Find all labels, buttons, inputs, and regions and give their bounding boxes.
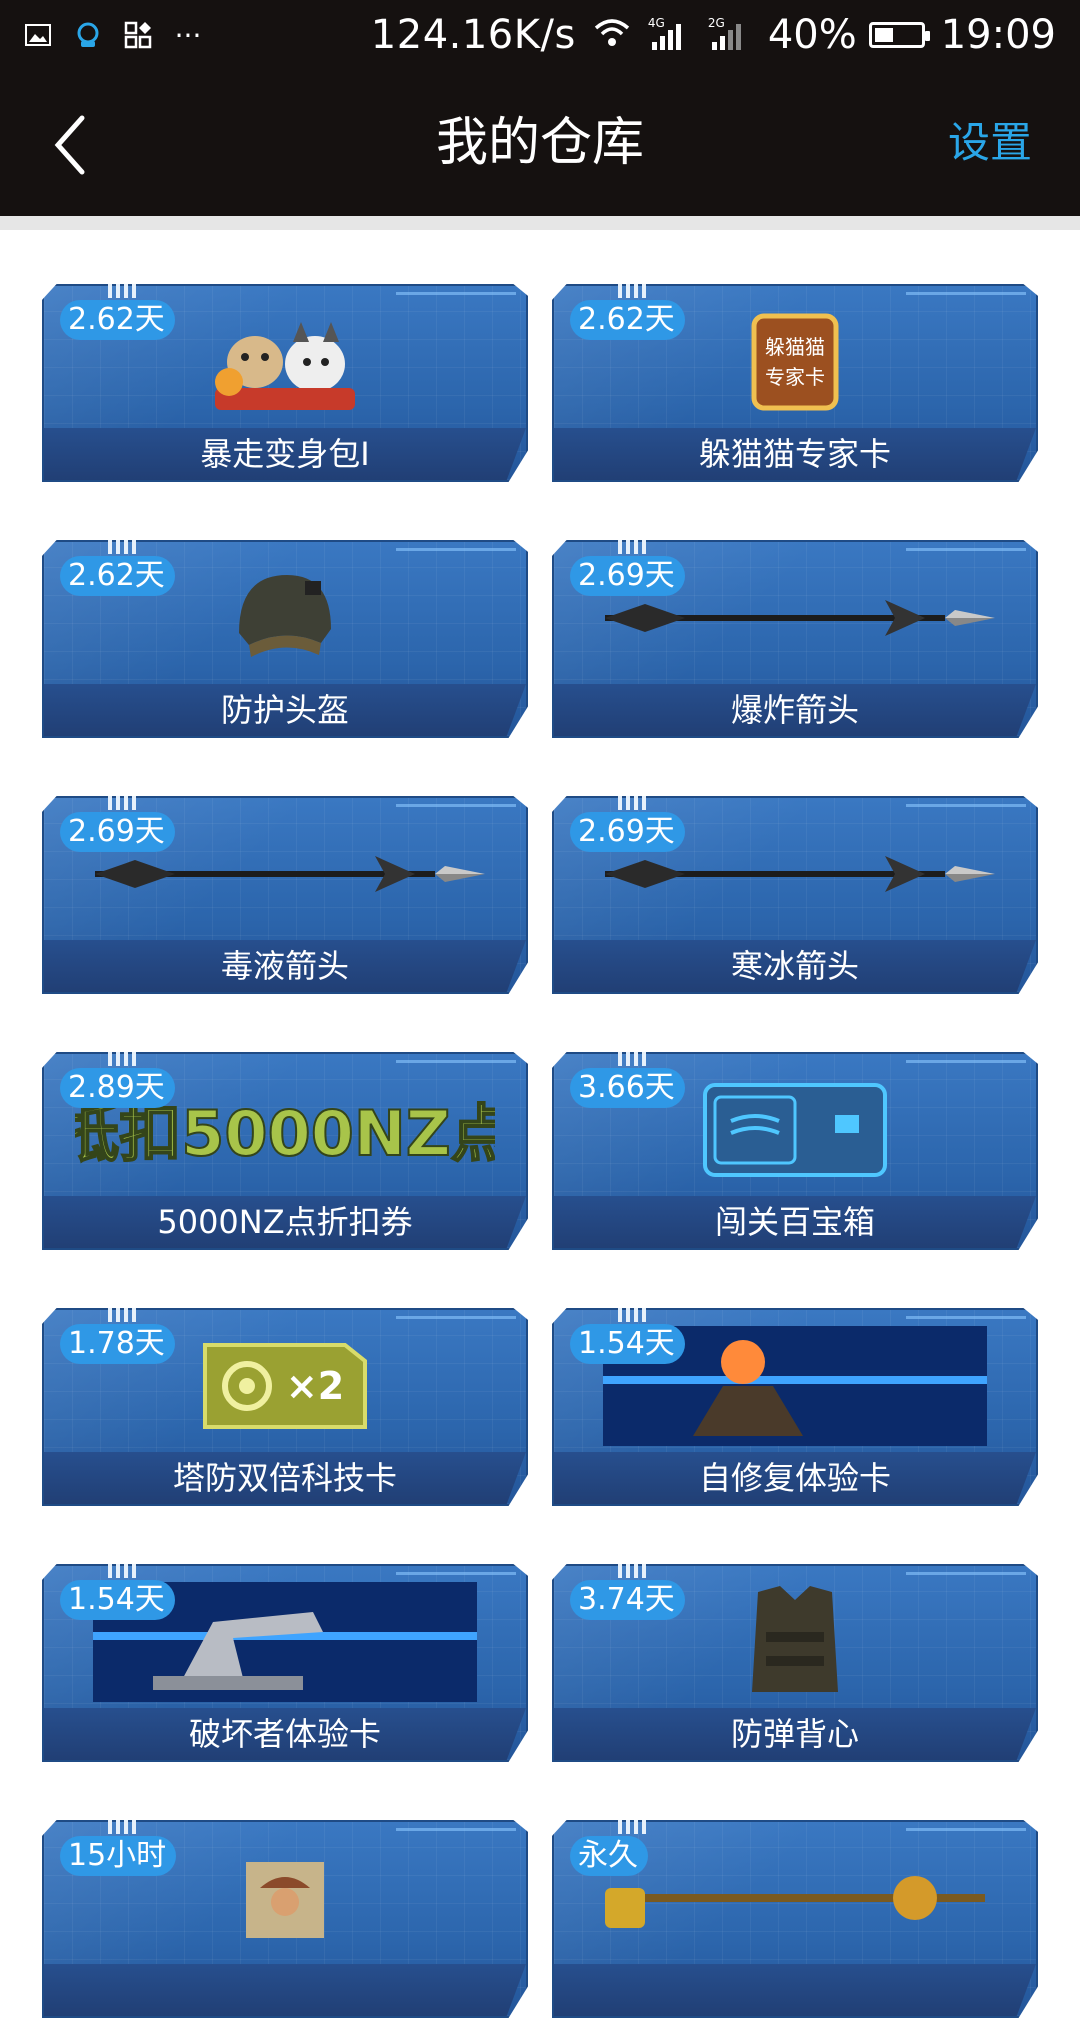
inventory-item-card[interactable]: 躲猫猫 专家卡 2.62天 躲猫猫专家卡 [552, 284, 1038, 482]
apps-icon [124, 21, 152, 49]
qq-chat-icon [74, 21, 102, 49]
duration-badge: 2.62天 [60, 300, 175, 340]
duration-badge: 2.62天 [60, 556, 175, 596]
duration-badge: 1.54天 [570, 1324, 685, 1364]
item-name: 毒液箭头 [44, 940, 526, 992]
item-name: 闯关百宝箱 [554, 1196, 1036, 1248]
inventory-item-card[interactable]: 15小时 [42, 1820, 528, 2018]
inventory-item-card[interactable]: 2.62天防护头盔 [42, 540, 528, 738]
duration-badge: 2.69天 [570, 556, 685, 596]
item-name: 破坏者体验卡 [44, 1708, 526, 1760]
battery-percent: 40% [767, 12, 857, 58]
inventory-item-card[interactable]: 抵扣5000NZ点 2.89天 5000NZ点折扣券 [42, 1052, 528, 1250]
svg-text:×2: ×2 [286, 1364, 344, 1408]
duration-badge: 2.69天 [60, 812, 175, 852]
inventory-item-card[interactable]: 2.69天爆炸箭头 [552, 540, 1038, 738]
inventory-grid: 2.62天 暴走变身包I 躲猫猫 专家卡 2.62天 躲猫猫专家卡 2.62天 防护头盔 2.6… [42, 284, 1042, 2018]
inventory-item-card[interactable]: 1.54天自修复体验卡 [552, 1308, 1038, 1506]
gallery-icon [24, 21, 52, 49]
duration-badge: 永久 [570, 1836, 648, 1876]
inventory-item-card[interactable]: 3.66天闯关百宝箱 [552, 1052, 1038, 1250]
header-divider [0, 216, 1080, 230]
item-name: 防护头盔 [44, 684, 526, 736]
battery-icon [868, 22, 930, 48]
app-header: 我的仓库 设置 [0, 70, 1080, 216]
duration-badge: 1.78天 [60, 1324, 175, 1364]
item-name: 塔防双倍科技卡 [44, 1452, 526, 1504]
item-name: 5000NZ点折扣券 [44, 1196, 526, 1248]
inventory-item-card[interactable]: 2.69天寒冰箭头 [552, 796, 1038, 994]
more-icon: ··· [174, 18, 202, 52]
item-name [554, 1964, 1036, 2016]
item-name: 自修复体验卡 [554, 1452, 1036, 1504]
signal-4g-icon: 4G [648, 16, 692, 52]
duration-badge: 2.62天 [570, 300, 685, 340]
inventory-item-card[interactable]: 2.62天暴走变身包I [42, 284, 528, 482]
duration-badge: 3.74天 [570, 1580, 685, 1620]
item-name: 躲猫猫专家卡 [554, 428, 1036, 480]
wifi-icon [592, 12, 632, 58]
inventory-item-card[interactable]: 永久 [552, 1820, 1038, 2018]
network-speed: 124.16K/s [370, 12, 576, 58]
signal-2g-icon: 2G [708, 16, 752, 52]
item-name: 防弹背心 [554, 1708, 1036, 1760]
item-name [44, 1964, 526, 2016]
item-name: 暴走变身包I [44, 428, 526, 480]
duration-badge: 15小时 [60, 1836, 177, 1876]
status-bar: ··· 124.16K/s 4G 2G 40% 19:09 [0, 0, 1080, 70]
clock: 19:09 [940, 12, 1056, 58]
duration-badge: 2.69天 [570, 812, 685, 852]
page-title: 我的仓库 [435, 113, 644, 173]
duration-badge: 1.54天 [60, 1580, 175, 1620]
svg-text:躲猫猫: 躲猫猫 [765, 335, 825, 359]
inventory-item-card[interactable]: 3.74天防弹背心 [552, 1564, 1038, 1762]
inventory-item-card[interactable]: 2.69天毒液箭头 [42, 796, 528, 994]
settings-button[interactable]: 设置 [948, 70, 1032, 216]
item-name: 寒冰箭头 [554, 940, 1036, 992]
inventory-item-card[interactable]: ×2 1.78天塔防双倍科技卡 [42, 1308, 528, 1506]
inventory-item-card[interactable]: 1.54天破坏者体验卡 [42, 1564, 528, 1762]
svg-text:专家卡: 专家卡 [765, 365, 825, 389]
duration-badge: 3.66天 [570, 1068, 685, 1108]
item-name: 爆炸箭头 [554, 684, 1036, 736]
duration-badge: 2.89天 [60, 1068, 175, 1108]
